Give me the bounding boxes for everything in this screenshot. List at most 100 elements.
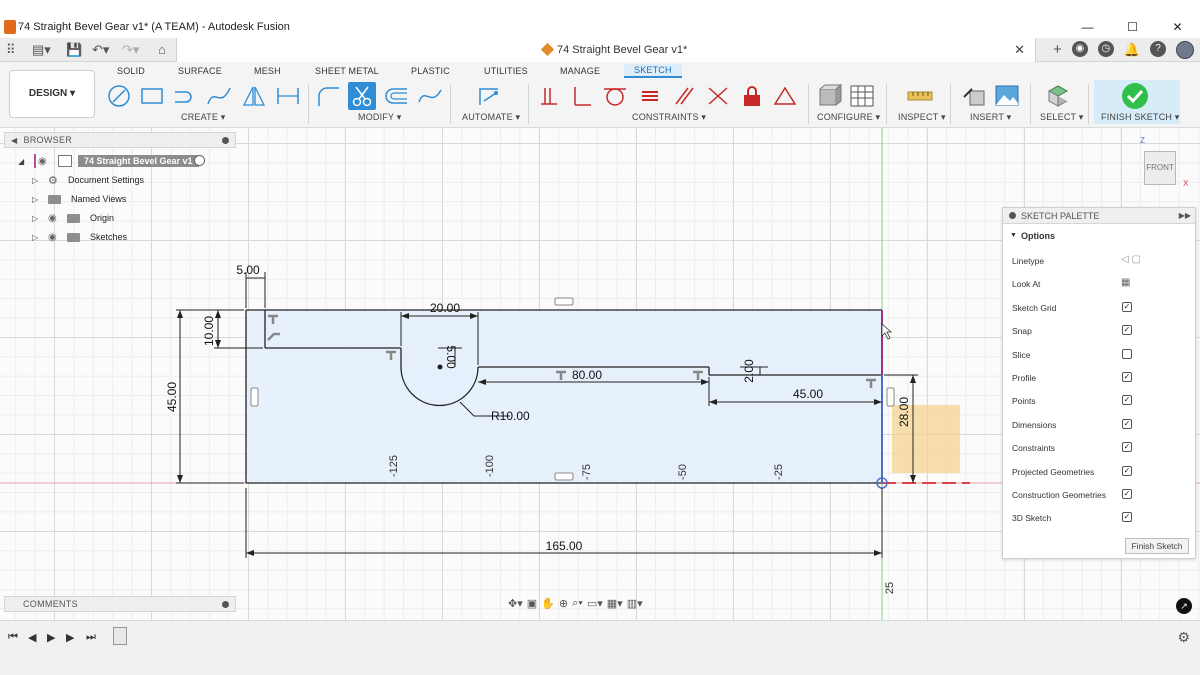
points-checkbox[interactable]: ✓ xyxy=(1122,395,1132,406)
comments-title: COMMENTS xyxy=(23,599,78,609)
browser-item-label: Sketches xyxy=(90,232,128,242)
pan-icon[interactable]: ✋ xyxy=(541,597,555,610)
projected-geometries-checkbox[interactable]: ✓ xyxy=(1122,465,1132,476)
dim-arc-radius: R10.00 xyxy=(491,409,530,423)
timeline-sketch-feature-icon[interactable] xyxy=(113,627,127,645)
options-title: Options xyxy=(1021,231,1055,241)
browser-item[interactable]: ▷ Named Views xyxy=(4,190,236,209)
collapse-icon[interactable]: ▼ xyxy=(1010,232,1017,239)
palette-row-label: 3D Sketch xyxy=(1012,513,1052,524)
palette-row-label: Points xyxy=(1012,396,1036,407)
browser-root-label: 74 Straight Bevel Gear v1 xyxy=(78,155,199,167)
dim-right-length: 45.00 xyxy=(793,387,823,401)
browser-header[interactable]: ◀ BROWSER xyxy=(4,132,236,148)
gizmo-icon[interactable]: ↗ xyxy=(1176,598,1192,614)
constraints-checkbox[interactable]: ✓ xyxy=(1122,442,1132,453)
play-icon[interactable]: ▶ xyxy=(47,631,55,644)
document-icon xyxy=(58,155,72,167)
palette-row-label: Dimensions xyxy=(1012,419,1057,430)
collapse-icon[interactable]: ◀ xyxy=(11,136,17,145)
dimensions-checkbox[interactable]: ✓ xyxy=(1122,418,1132,429)
options-section-header[interactable]: ▼ Options xyxy=(1003,224,1195,250)
browser-item[interactable]: ▷ ◉ Origin xyxy=(4,209,236,228)
expand-icon[interactable]: ◢ xyxy=(18,157,24,166)
palette-row-sketch-grid: Sketch Grid ✓ xyxy=(1003,297,1195,320)
expand-icon[interactable]: ▷ xyxy=(32,195,38,204)
zoom-icon[interactable]: ⊕ xyxy=(559,597,568,610)
sketch-palette: SKETCH PALETTE ▶▶ ▼ Options Linetype ◁ ▢… xyxy=(1002,207,1196,559)
pin-icon[interactable] xyxy=(1009,212,1016,219)
palette-row-label: Construction Geometries xyxy=(1012,489,1107,500)
viewcube-z-axis-label: Z xyxy=(1140,136,1145,145)
look-at-icon[interactable]: ▦ xyxy=(1121,277,1130,288)
dim-right-step: 2.00 xyxy=(742,359,756,383)
folder-icon xyxy=(67,214,80,223)
timeline: ⏮ ◀ ▶ ▶ ⏭ ⚙ xyxy=(0,620,1200,675)
palette-row-points: Points ✓ xyxy=(1003,390,1195,413)
browser-item-label: Origin xyxy=(90,213,115,223)
viewports-icon[interactable]: ▥▾ xyxy=(627,597,643,610)
step-forward-icon[interactable]: ▶ xyxy=(66,631,74,644)
tick-label: 25 xyxy=(884,582,896,594)
palette-row-label: Profile xyxy=(1012,372,1037,383)
step-back-icon[interactable]: ◀ xyxy=(28,631,36,644)
palette-row-label: Linetype xyxy=(1012,256,1045,266)
palette-row-label: Constraints xyxy=(1012,443,1055,454)
eye-icon[interactable]: ◉ xyxy=(38,156,47,167)
palette-row-label: Slice xyxy=(1012,349,1031,360)
pin-icon[interactable] xyxy=(222,137,229,144)
dim-slot-width: 20.00 xyxy=(430,301,460,315)
finish-sketch-button[interactable]: Finish Sketch xyxy=(1125,538,1189,554)
browser-item[interactable]: ▷ ⚙ Document Settings xyxy=(4,171,236,190)
snap-checkbox[interactable]: ✓ xyxy=(1122,325,1132,336)
browser-panel: ◀ BROWSER ◢ ◉ 74 Straight Bevel Gear v1 … xyxy=(4,132,236,247)
browser-item-label: Named Views xyxy=(71,194,127,204)
profile-checkbox[interactable]: ✓ xyxy=(1122,371,1132,382)
palette-row-look-at: Look At ▦ xyxy=(1003,273,1195,296)
zoom-window-icon[interactable]: ⌕▾ xyxy=(572,597,583,610)
browser-item[interactable]: ▷ ◉ Sketches xyxy=(4,228,236,247)
sketch-grid-checkbox[interactable]: ✓ xyxy=(1122,301,1132,312)
tick-label: -75 xyxy=(581,464,593,480)
folder-icon xyxy=(48,195,61,204)
dim-left-step-width: 5.00 xyxy=(236,263,260,277)
browser-item-label: Document Settings xyxy=(68,175,145,185)
comments-panel: COMMENTS xyxy=(4,596,236,612)
expand-palette-icon[interactable]: ▶▶ xyxy=(1179,208,1191,224)
look-at-nav-icon[interactable]: ▣ xyxy=(527,597,537,610)
construction-geometries-checkbox[interactable]: ✓ xyxy=(1122,488,1132,499)
go-to-start-icon[interactable]: ⏮ xyxy=(8,631,18,644)
viewcube-face-label: FRONT xyxy=(1146,163,1174,172)
palette-row-dimensions: Dimensions ✓ xyxy=(1003,414,1195,437)
dim-overall-height: 45.00 xyxy=(165,382,179,412)
orbit-icon[interactable]: ✥▾ xyxy=(508,597,523,610)
expand-icon[interactable]: ▷ xyxy=(32,176,38,185)
palette-row-constraints: Constraints ✓ xyxy=(1003,437,1195,460)
viewcube[interactable]: FRONT xyxy=(1144,151,1176,185)
sketch-palette-header[interactable]: SKETCH PALETTE ▶▶ xyxy=(1003,208,1195,224)
palette-row-label: Projected Geometries xyxy=(1012,466,1095,477)
expand-icon[interactable]: ▷ xyxy=(32,214,38,223)
3d-sketch-checkbox[interactable]: ✓ xyxy=(1122,512,1132,523)
expand-icon[interactable]: ▷ xyxy=(32,233,38,242)
sketch-palette-title: SKETCH PALETTE xyxy=(1021,211,1100,221)
tick-label: -100 xyxy=(484,455,496,477)
linetype-icons[interactable]: ◁ ▢ xyxy=(1121,254,1141,265)
comments-header[interactable]: COMMENTS xyxy=(4,596,236,612)
palette-row-linetype: Linetype ◁ ▢ xyxy=(1003,250,1195,273)
browser-root[interactable]: ◢ ◉ 74 Straight Bevel Gear v1 xyxy=(4,152,236,171)
go-to-end-icon[interactable]: ⏭ xyxy=(86,631,96,644)
timeline-settings-gear-icon[interactable]: ⚙ xyxy=(1177,629,1190,646)
grid-settings-icon[interactable]: ▦▾ xyxy=(607,597,623,610)
palette-row-profile: Profile ✓ xyxy=(1003,367,1195,390)
activate-radio-icon[interactable] xyxy=(194,155,205,166)
eye-icon[interactable]: ◉ xyxy=(48,232,57,243)
tick-label: -125 xyxy=(388,455,400,477)
palette-row-label: Sketch Grid xyxy=(1012,302,1057,313)
palette-row-3d-sketch: 3D Sketch ✓ xyxy=(1003,507,1195,530)
display-settings-icon[interactable]: ▭▾ xyxy=(587,597,603,610)
slice-checkbox[interactable] xyxy=(1122,348,1132,359)
profile-region[interactable] xyxy=(246,310,882,483)
eye-icon[interactable]: ◉ xyxy=(48,213,57,224)
pin-icon[interactable] xyxy=(222,601,229,608)
